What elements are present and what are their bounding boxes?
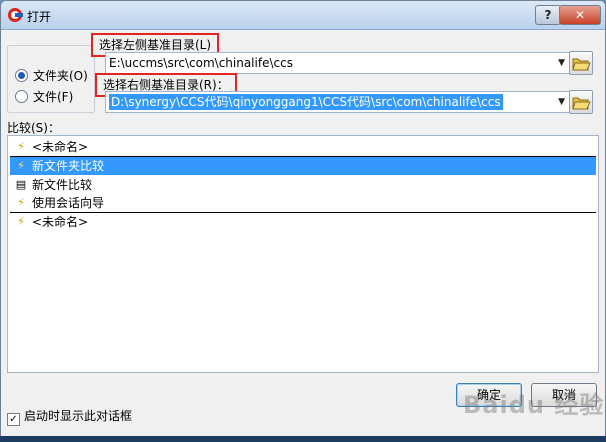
app-logo-icon bbox=[8, 8, 23, 22]
radio-file-label: 文件(F) bbox=[33, 90, 74, 104]
watermark: Baidu 经验 bbox=[463, 391, 605, 419]
show-on-startup-checkbox[interactable]: ✓ 启动时显示此对话框 bbox=[7, 407, 132, 426]
lightning-icon: ⚡ bbox=[17, 140, 25, 153]
compare-session-list[interactable]: ⚡ <未命名> ⚡ 新文件夹比较 ▤ 新文件比较 ⚡ 使用会话向导 ⚡ <未命名> bbox=[7, 135, 599, 373]
close-button[interactable]: ✕ bbox=[559, 5, 601, 25]
title-bar: 打开 ? ✕ bbox=[1, 1, 605, 30]
list-item-label: <未命名> bbox=[32, 215, 89, 229]
right-browse-button[interactable] bbox=[569, 90, 593, 114]
list-item[interactable]: ⚡ 使用会话向导 bbox=[10, 194, 596, 212]
window-title: 打开 bbox=[27, 10, 52, 24]
wizard-icon: ⚡ bbox=[17, 196, 25, 209]
list-item[interactable]: ⚡ <未命名> bbox=[10, 138, 596, 156]
checkbox-indicator[interactable]: ✓ bbox=[7, 413, 20, 426]
list-item-label: 新文件夹比较 bbox=[32, 159, 105, 173]
radio-folder-indicator[interactable] bbox=[15, 69, 28, 82]
list-item-label: 使用会话向导 bbox=[32, 196, 105, 210]
compare-label: 比较(S)： bbox=[7, 121, 60, 135]
list-item[interactable]: ⚡ <未命名> bbox=[10, 213, 596, 231]
folder-open-icon bbox=[572, 58, 591, 71]
help-button[interactable]: ? bbox=[535, 5, 561, 25]
list-item[interactable]: ▤ 新文件比较 bbox=[10, 176, 596, 194]
radio-folder[interactable]: 文件夹(O) bbox=[15, 67, 88, 84]
folder-open-icon bbox=[572, 97, 591, 110]
show-on-startup-label: 启动时显示此对话框 bbox=[24, 409, 133, 423]
lightning-icon: ⚡ bbox=[17, 215, 25, 228]
open-dialog: 打开 ? ✕ 文件夹(O) 文件(F) 选择左侧基准目录(L) E:\uccms… bbox=[0, 0, 606, 438]
list-item-label: 新文件比较 bbox=[32, 178, 93, 192]
radio-file-indicator[interactable] bbox=[15, 90, 28, 103]
radio-folder-label: 文件夹(O) bbox=[33, 69, 88, 83]
list-item-label: <未命名> bbox=[32, 140, 89, 154]
left-directory-combobox[interactable]: E:\uccms\src\com\chinalife\ccs ▼ bbox=[105, 52, 570, 74]
chevron-down-icon[interactable]: ▼ bbox=[558, 92, 565, 112]
right-directory-combobox[interactable]: D:\synergy\CCS代码\qinyonggang1\CCS代码\src\… bbox=[105, 91, 570, 113]
lightning-icon: ⚡ bbox=[17, 159, 25, 172]
taskbar bbox=[0, 436, 606, 442]
left-directory-value: E:\uccms\src\com\chinalife\ccs bbox=[109, 56, 293, 70]
radio-file[interactable]: 文件(F) bbox=[15, 88, 73, 105]
list-item-selected[interactable]: ⚡ 新文件夹比较 bbox=[10, 157, 596, 175]
chevron-down-icon[interactable]: ▼ bbox=[558, 53, 565, 73]
document-compare-icon: ▤ bbox=[15, 178, 27, 191]
right-directory-value: D:\synergy\CCS代码\qinyonggang1\CCS代码\src\… bbox=[109, 94, 503, 110]
left-browse-button[interactable] bbox=[569, 51, 593, 75]
